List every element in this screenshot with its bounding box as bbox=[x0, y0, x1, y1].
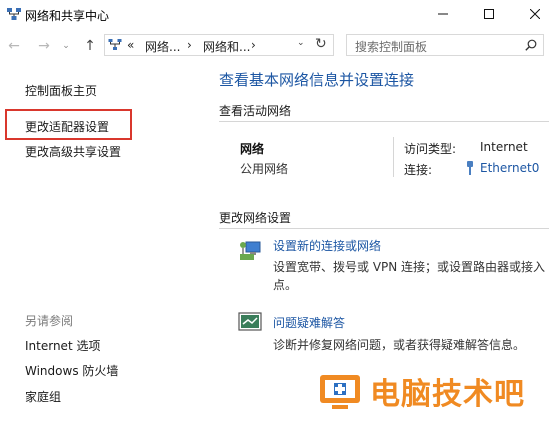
forward-button[interactable]: → bbox=[34, 36, 54, 56]
breadcrumb-separator[interactable]: › bbox=[187, 38, 192, 52]
computer-logo-icon bbox=[320, 375, 360, 409]
page-title: 查看基本网络信息并设置连接 bbox=[219, 71, 415, 89]
search-input[interactable]: 搜索控制面板 bbox=[355, 38, 427, 55]
troubleshoot-description: 诊断并修复网络问题，或者获得疑难解答信息。 bbox=[273, 338, 526, 352]
breadcrumb-network[interactable]: 网络... bbox=[145, 38, 180, 55]
change-advanced-sharing-link[interactable]: 更改高级共享设置 bbox=[25, 143, 121, 160]
address-dropdown-icon[interactable]: ⌄ bbox=[297, 38, 305, 48]
control-panel-icon bbox=[108, 39, 122, 50]
active-networks-heading: 查看活动网络 bbox=[219, 104, 292, 118]
setup-new-connection-link[interactable]: 设置新的连接或网络 bbox=[273, 237, 381, 254]
network-center-icon bbox=[7, 8, 21, 20]
breadcrumb-network-sharing[interactable]: 网络和... bbox=[203, 38, 250, 55]
maximize-icon bbox=[484, 9, 494, 19]
connections-label: 连接: bbox=[404, 163, 433, 177]
internet-options-link[interactable]: Internet 选项 bbox=[25, 337, 100, 354]
minimize-icon bbox=[438, 13, 448, 15]
address-bar[interactable]: « 网络... › 网络和... › ⌄ ↻ bbox=[104, 34, 334, 56]
watermark-text: 电脑技术吧 bbox=[370, 377, 525, 412]
troubleshoot-link[interactable]: 问题疑难解答 bbox=[273, 314, 345, 331]
troubleshoot-icon bbox=[238, 312, 262, 331]
homegroup-link[interactable]: 家庭组 bbox=[25, 388, 61, 405]
search-box[interactable]: 搜索控制面板 bbox=[346, 34, 544, 56]
close-button[interactable] bbox=[512, 0, 558, 28]
access-type-label: 访问类型: bbox=[404, 142, 457, 156]
maximize-button[interactable] bbox=[466, 0, 512, 28]
minimize-button[interactable] bbox=[420, 0, 466, 28]
windows-firewall-link[interactable]: Windows 防火墙 bbox=[25, 362, 118, 379]
ethernet-icon bbox=[467, 161, 473, 175]
recent-locations-button[interactable]: ⌄ bbox=[60, 36, 72, 56]
divider bbox=[219, 121, 549, 122]
title-bar: 网络和共享中心 bbox=[0, 0, 558, 28]
back-button[interactable]: ← bbox=[4, 36, 24, 56]
up-button[interactable]: ↑ bbox=[80, 36, 100, 56]
search-icon[interactable] bbox=[525, 39, 537, 51]
control-panel-home-link[interactable]: 控制面板主页 bbox=[25, 82, 97, 99]
access-type-value: Internet bbox=[480, 140, 528, 154]
ethernet-link[interactable]: Ethernet0 bbox=[480, 161, 539, 175]
new-connection-icon bbox=[240, 241, 261, 260]
change-adapter-settings-link[interactable]: 更改适配器设置 bbox=[25, 118, 109, 135]
change-settings-heading: 更改网络设置 bbox=[219, 211, 292, 225]
watermark: 电脑技术吧 bbox=[318, 365, 558, 421]
breadcrumb-separator[interactable]: › bbox=[251, 38, 256, 52]
network-name: 网络 bbox=[240, 142, 265, 156]
refresh-button[interactable]: ↻ bbox=[315, 36, 327, 52]
breadcrumb-overflow[interactable]: « bbox=[127, 38, 134, 52]
divider bbox=[219, 228, 549, 229]
see-also-heading: 另请参阅 bbox=[25, 314, 74, 328]
window-title: 网络和共享中心 bbox=[25, 9, 110, 23]
close-icon bbox=[530, 9, 540, 19]
setup-new-connection-description: 设置宽带、拨号或 VPN 连接；或设置路由器或接入点。 bbox=[273, 260, 546, 292]
network-type[interactable]: 公用网络 bbox=[240, 160, 288, 177]
divider bbox=[393, 137, 394, 177]
